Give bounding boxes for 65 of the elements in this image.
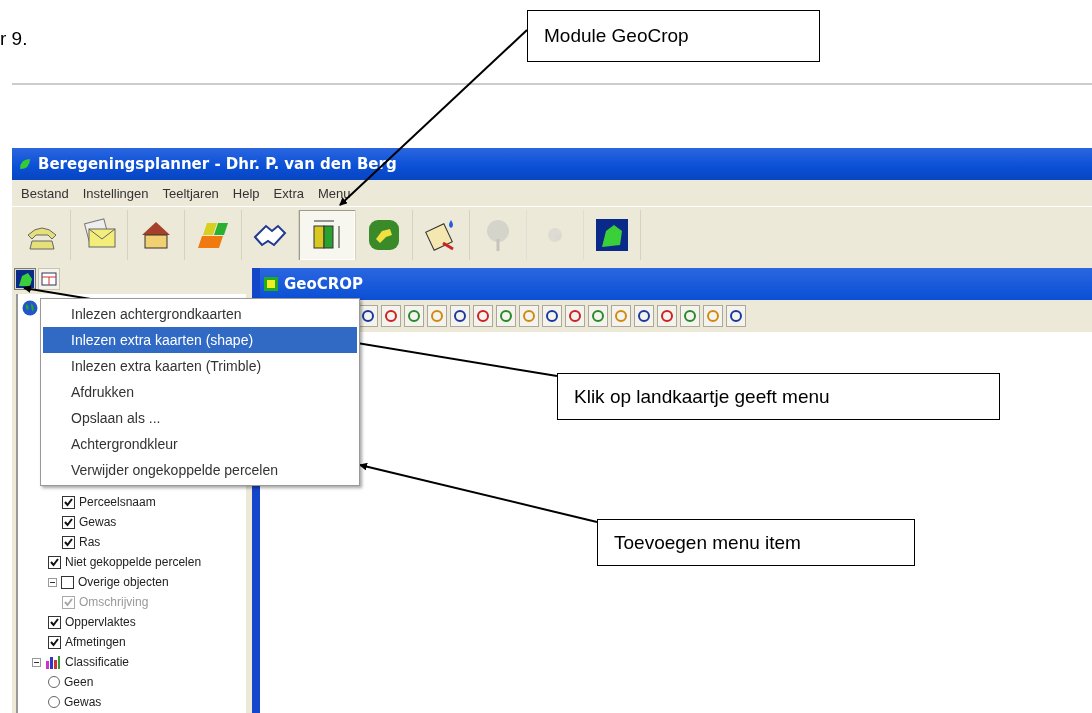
layer-label: Gewas	[79, 515, 117, 529]
layer-label: Omschrijving	[79, 595, 149, 609]
tool-icon	[637, 309, 651, 323]
tool-button[interactable]	[358, 305, 378, 327]
collapse-icon[interactable]	[48, 577, 57, 587]
option-label: Geen	[64, 675, 94, 689]
checkbox[interactable]	[62, 535, 75, 549]
layer-label: Perceelsnaam	[79, 495, 156, 509]
checkbox[interactable]	[62, 495, 75, 509]
callout-box: Module GeoCrop	[527, 10, 820, 62]
tool-icon	[614, 309, 628, 323]
tool-icon	[499, 309, 513, 323]
tool-icon	[568, 309, 582, 323]
tool-icon	[384, 309, 398, 323]
tool-button[interactable]	[450, 305, 470, 327]
layer-label: Ras	[79, 535, 101, 549]
menu-item[interactable]: Teeltjaren	[157, 183, 224, 203]
callout-box: Klik op landkaartje geeft menu	[557, 373, 1000, 420]
checkbox[interactable]	[48, 615, 61, 629]
tool-icon	[430, 309, 444, 323]
tool-button[interactable]	[634, 305, 654, 327]
tool-icon	[361, 309, 375, 323]
checkbox[interactable]	[48, 555, 61, 569]
tool-icon	[729, 309, 743, 323]
tool-icon	[545, 309, 559, 323]
leaf-icon	[18, 157, 32, 171]
tool-icon	[683, 309, 697, 323]
tool-icon	[476, 309, 490, 323]
tool-button[interactable]	[381, 305, 401, 327]
child-window-title: GeoCROP	[284, 275, 364, 293]
layer-label: Classificatie	[65, 655, 130, 669]
checkbox[interactable]	[61, 575, 74, 589]
tool-icon	[591, 309, 605, 323]
tool-icon	[453, 309, 467, 323]
menu-item[interactable]: Extra	[268, 183, 309, 203]
map-icon	[16, 270, 34, 288]
context-menu-item[interactable]: Inlezen extra kaarten (shape)	[43, 327, 357, 353]
tool-button[interactable]	[657, 305, 677, 327]
tool-icon	[407, 309, 421, 323]
menu-item[interactable]: Bestand	[16, 183, 74, 203]
checkbox[interactable]	[48, 635, 61, 649]
map-icon	[594, 216, 630, 253]
callout-box: Toevoegen menu item	[597, 519, 915, 566]
toolbar-button[interactable]	[299, 209, 356, 260]
checkbox[interactable]	[62, 515, 75, 529]
layer-label: Oppervlaktes	[65, 615, 136, 629]
layer-label: Niet gekoppelde percelen	[65, 555, 202, 569]
panel-tab[interactable]	[14, 268, 36, 290]
tool-button[interactable]	[473, 305, 493, 327]
menu-item[interactable]: Instellingen	[77, 183, 154, 203]
collapse-icon[interactable]	[32, 657, 41, 667]
tool-icon	[706, 309, 720, 323]
tool-icon	[522, 309, 536, 323]
tool-button[interactable]	[542, 305, 562, 327]
layer-label: Afmetingen	[65, 635, 126, 649]
tool-icon	[660, 309, 674, 323]
option-label: Gewas	[64, 695, 102, 709]
document-text: r 9.	[0, 28, 28, 50]
tool-button[interactable]	[726, 305, 746, 327]
table-icon	[40, 270, 58, 288]
app-icon	[264, 277, 278, 291]
menu-item[interactable]: Help	[227, 183, 265, 203]
layer-label: Overige objecten	[78, 575, 169, 589]
tool-button[interactable]	[565, 305, 585, 327]
bar-chart-icon	[45, 655, 61, 669]
